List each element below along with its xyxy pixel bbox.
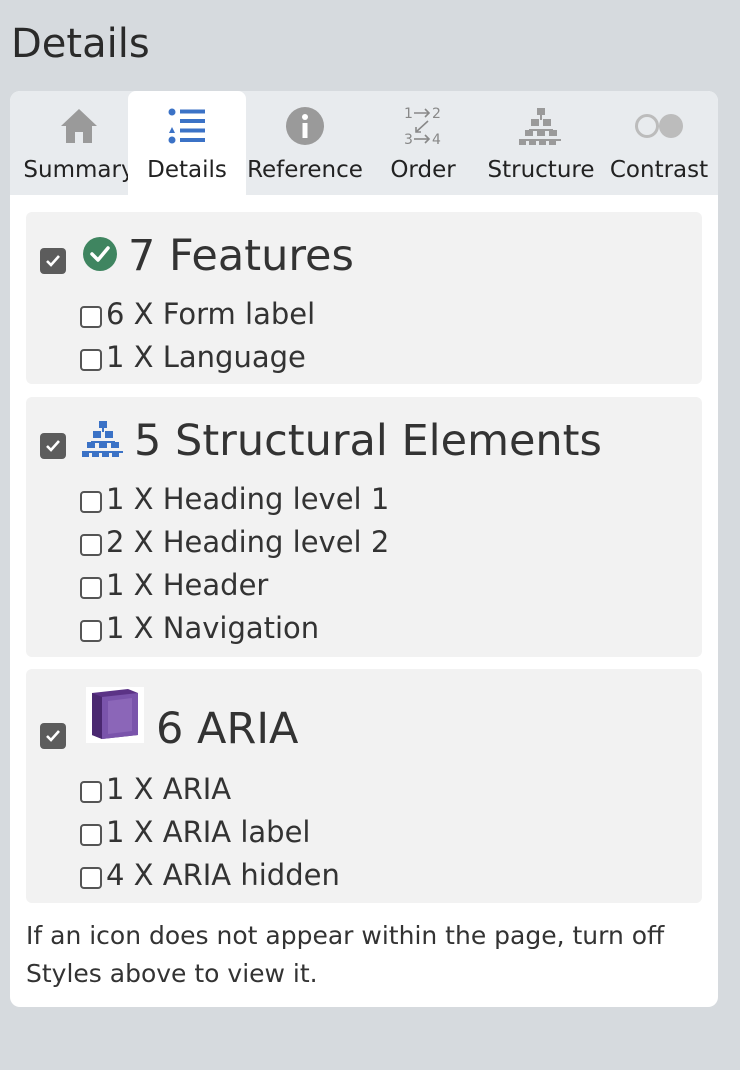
info-icon: [246, 103, 364, 149]
list-item: 1 X Heading level 1: [80, 481, 389, 517]
list-item: 1 X Header: [80, 567, 268, 603]
tab-reference[interactable]: Reference: [246, 91, 364, 195]
page-title: Details: [11, 21, 150, 67]
structure-icon: [482, 103, 600, 149]
item-checkbox[interactable]: [80, 867, 102, 889]
item-checkbox[interactable]: [80, 306, 102, 328]
structural-elements-section: 5 Structural Elements 1 X Heading level …: [26, 397, 702, 657]
contrast-icon: [600, 103, 718, 149]
item-checkbox[interactable]: [80, 781, 102, 803]
tab-reference-label: Reference: [247, 157, 363, 183]
svg-text:4: 4: [432, 132, 441, 148]
footer-note: If an icon does not appear within the pa…: [26, 921, 665, 988]
tab-contrast-label: Contrast: [609, 157, 709, 183]
structure-icon: [82, 419, 124, 459]
item-label: 4 X ARIA hidden: [106, 858, 340, 892]
item-checkbox[interactable]: [80, 824, 102, 846]
tab-details-label: Details: [147, 157, 227, 183]
details-panel: Summary Details Reference 1 2 3 4 Order …: [10, 91, 718, 1007]
item-checkbox[interactable]: [80, 491, 102, 513]
svg-text:1: 1: [404, 106, 413, 122]
aria-checkbox[interactable]: [40, 723, 66, 749]
list-item: 1 X Language: [80, 339, 306, 375]
features-checkbox[interactable]: [40, 248, 66, 274]
svg-text:3: 3: [404, 132, 413, 148]
list-item: 1 X ARIA label: [80, 814, 311, 850]
tab-order-label: Order: [390, 157, 456, 183]
item-label: 1 X ARIA: [106, 772, 232, 806]
aria-cube-icon: [86, 687, 144, 743]
item-label: 6 X Form label: [106, 297, 316, 331]
aria-section: 6 ARIA 1 X ARIA 1 X ARIA label 4 X ARIA …: [26, 669, 702, 903]
list-icon: [128, 103, 246, 149]
item-label: 1 X Header: [106, 568, 269, 602]
item-label: 1 X Language: [106, 340, 306, 374]
item-label: 1 X ARIA label: [106, 815, 311, 849]
features-section: 7 Features 6 X Form label 1 X Language: [26, 212, 702, 384]
item-label: 1 X Navigation: [106, 611, 320, 645]
list-item: 2 X Heading level 2: [80, 524, 389, 560]
item-label: 2 X Heading level 2: [106, 525, 390, 559]
list-item: 4 X ARIA hidden: [80, 857, 340, 893]
order-icon: 1 2 3 4: [364, 103, 482, 149]
item-label: 1 X Heading level 1: [106, 482, 390, 516]
list-item: 1 X ARIA: [80, 771, 231, 807]
item-checkbox[interactable]: [80, 349, 102, 371]
features-title: 7 Features: [128, 231, 354, 281]
tab-bar: Summary Details Reference 1 2 3 4 Order …: [10, 91, 718, 195]
tab-structure-label: Structure: [487, 157, 595, 183]
tab-order[interactable]: 1 2 3 4 Order: [364, 91, 482, 195]
item-checkbox[interactable]: [80, 534, 102, 556]
svg-text:2: 2: [432, 106, 441, 122]
list-item: 1 X Navigation: [80, 610, 319, 646]
item-checkbox[interactable]: [80, 620, 102, 642]
aria-title: 6 ARIA: [156, 704, 299, 754]
tab-structure[interactable]: Structure: [482, 91, 600, 195]
check-circle-icon: [82, 236, 118, 272]
tab-details[interactable]: Details: [128, 91, 246, 195]
list-item: 6 X Form label: [80, 296, 315, 332]
structural-elements-title: 5 Structural Elements: [134, 416, 602, 466]
structural-elements-checkbox[interactable]: [40, 433, 66, 459]
home-icon: [20, 103, 138, 149]
item-checkbox[interactable]: [80, 577, 102, 599]
tab-contrast[interactable]: Contrast: [600, 91, 718, 195]
